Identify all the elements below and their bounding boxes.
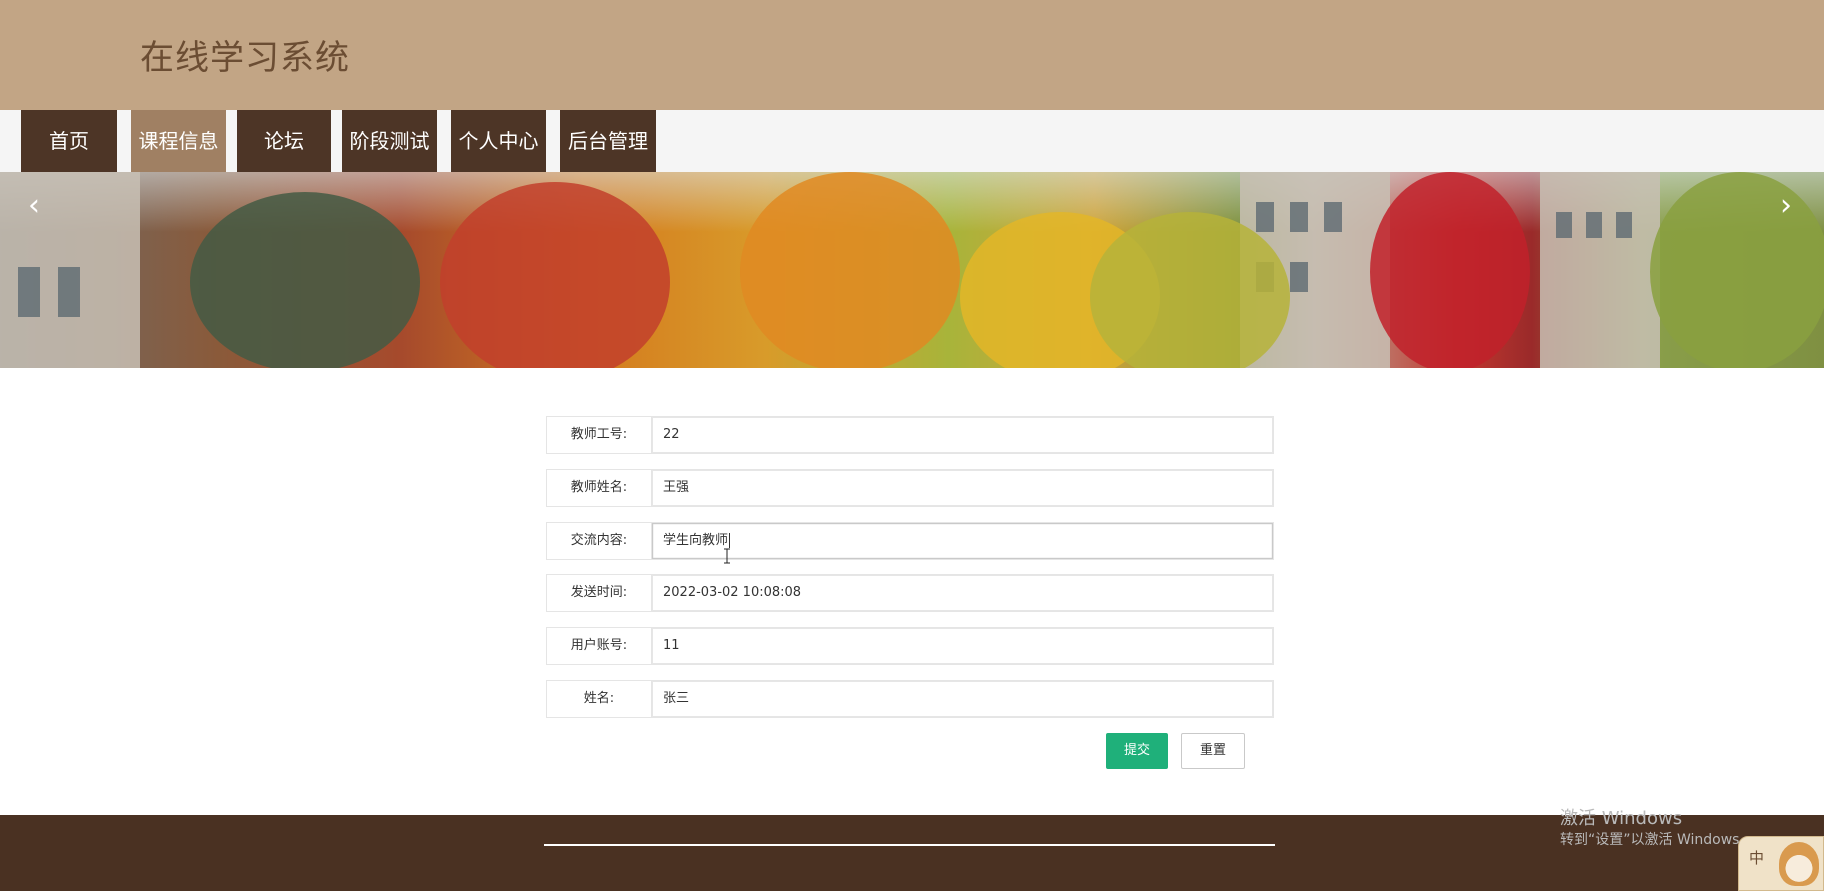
- banner-window: [1556, 212, 1572, 238]
- form-row-teacher-id: 教师工号: 22: [546, 416, 1274, 454]
- banner-tree: [740, 172, 960, 368]
- banner-window: [58, 267, 80, 317]
- banner-window: [1616, 212, 1632, 238]
- site-header: 在线学习系统: [0, 0, 1824, 110]
- banner-building-far-right: [1540, 172, 1660, 368]
- nav-item-personal-center[interactable]: 个人中心: [451, 110, 546, 172]
- banner-window: [1324, 202, 1342, 232]
- send-time-input[interactable]: 2022-03-02 10:08:08: [652, 575, 1273, 611]
- banner-window: [1290, 202, 1308, 232]
- ime-widget[interactable]: 中: [1738, 836, 1824, 891]
- shiba-dog-icon: [1779, 842, 1819, 886]
- nav-item-stage-test[interactable]: 阶段测试: [342, 110, 437, 172]
- banner-tree: [190, 192, 420, 368]
- site-title: 在线学习系统: [140, 38, 350, 78]
- teacher-id-input[interactable]: 22: [652, 417, 1273, 453]
- message-content-label: 交流内容:: [547, 523, 652, 559]
- form-row-user-account: 用户账号: 11: [546, 627, 1274, 665]
- nav-item-forum[interactable]: 论坛: [237, 110, 331, 172]
- windows-activation-title: 激活 Windows: [1560, 808, 1683, 829]
- carousel-prev-button[interactable]: ‹: [14, 186, 54, 226]
- form-row-teacher-name: 教师姓名: 王强: [546, 469, 1274, 507]
- banner-window: [1290, 262, 1308, 292]
- message-content-input[interactable]: 学生向教师: [652, 523, 1273, 559]
- nav-item-admin[interactable]: 后台管理: [560, 110, 656, 172]
- banner-window: [1256, 202, 1274, 232]
- chevron-left-icon: ‹: [28, 188, 40, 223]
- main-nav: 首页 课程信息 论坛 阶段测试 个人中心 后台管理: [0, 110, 1824, 172]
- footer-divider: [544, 844, 1275, 846]
- banner-carousel: ‹ ›: [0, 172, 1824, 368]
- banner-window: [1586, 212, 1602, 238]
- message-content-value: 学生向教师: [663, 533, 729, 548]
- name-input[interactable]: 张三: [652, 681, 1273, 717]
- banner-tree: [1090, 212, 1290, 368]
- banner-window: [18, 267, 40, 317]
- nav-item-course-info[interactable]: 课程信息: [131, 110, 226, 172]
- carousel-next-button[interactable]: ›: [1766, 186, 1806, 226]
- site-footer: [0, 815, 1824, 891]
- form-row-send-time: 发送时间: 2022-03-02 10:08:08: [546, 574, 1274, 612]
- teacher-name-input[interactable]: 王强: [652, 470, 1273, 506]
- teacher-id-label: 教师工号:: [547, 417, 652, 453]
- user-account-label: 用户账号:: [547, 628, 652, 664]
- ime-mode-label: 中: [1749, 849, 1765, 867]
- banner-tree: [440, 182, 670, 368]
- ibeam-cursor-icon: [724, 548, 730, 564]
- windows-activation-subtitle: 转到“设置”以激活 Windows。: [1560, 832, 1754, 848]
- banner-tree: [1370, 172, 1530, 368]
- nav-item-home[interactable]: 首页: [21, 110, 117, 172]
- chevron-right-icon: ›: [1780, 188, 1792, 223]
- send-time-label: 发送时间:: [547, 575, 652, 611]
- name-label: 姓名:: [547, 681, 652, 717]
- user-account-input[interactable]: 11: [652, 628, 1273, 664]
- form-row-message-content: 交流内容: 学生向教师: [546, 522, 1274, 560]
- form-row-name: 姓名: 张三: [546, 680, 1274, 718]
- reset-button[interactable]: 重置: [1181, 733, 1245, 769]
- teacher-name-label: 教师姓名:: [547, 470, 652, 506]
- text-caret: [729, 533, 731, 548]
- submit-button[interactable]: 提交: [1106, 733, 1168, 769]
